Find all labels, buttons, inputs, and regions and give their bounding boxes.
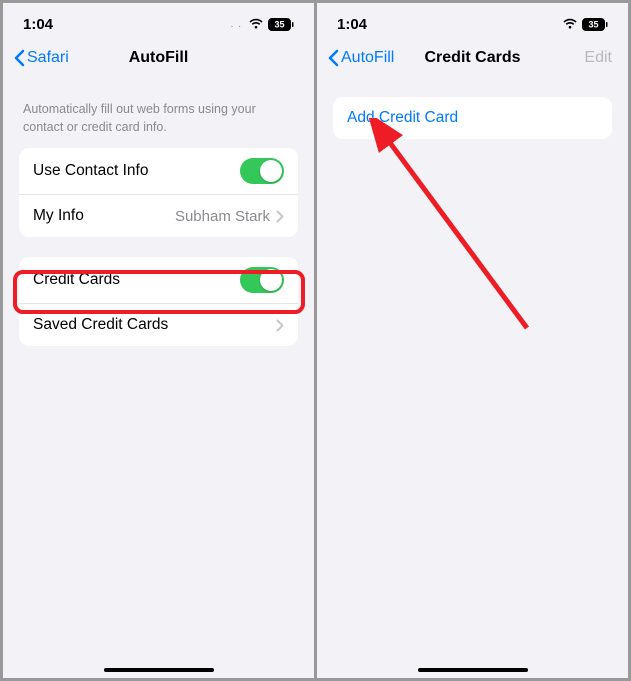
status-bar: 1:04 35: [317, 3, 628, 39]
group-credit-cards: Credit Cards Saved Credit Cards: [19, 257, 298, 346]
row-my-info[interactable]: My Info Subham Stark: [19, 195, 298, 237]
row-label: Use Contact Info: [33, 162, 148, 180]
status-time: 1:04: [337, 16, 367, 33]
back-label: AutoFill: [341, 49, 394, 67]
svg-text:35: 35: [274, 19, 284, 29]
status-icons: . . 35: [231, 18, 294, 31]
nav-bar: AutoFill Credit Cards Edit: [317, 39, 628, 77]
content-area: Automatically fill out web forms using y…: [3, 77, 314, 372]
wifi-icon: [248, 18, 264, 30]
wifi-icon: [562, 18, 578, 30]
chevron-left-icon: [13, 49, 25, 67]
annotation-arrow-icon: [367, 118, 537, 338]
phone-right-credit-cards: 1:04 35 AutoFill Credit Cards Edit Add C…: [317, 3, 628, 678]
row-label: Saved Credit Cards: [33, 316, 168, 334]
nav-title: AutoFill: [129, 49, 189, 67]
home-indicator[interactable]: [104, 668, 214, 672]
svg-text:35: 35: [588, 19, 598, 29]
group-contact: Use Contact Info My Info Subham Stark: [19, 148, 298, 237]
my-info-value: Subham Stark: [175, 208, 270, 225]
hint-text: Automatically fill out web forms using y…: [19, 83, 298, 148]
row-label: My Info: [33, 207, 84, 225]
nav-title: Credit Cards: [424, 49, 520, 67]
back-button[interactable]: Safari: [13, 49, 83, 67]
back-label: Safari: [27, 49, 69, 67]
chevron-right-icon: [276, 210, 284, 223]
status-icons: 35: [562, 18, 608, 31]
toggle-credit-cards[interactable]: [240, 267, 284, 293]
row-value-group: Subham Stark: [175, 208, 284, 225]
status-bar: 1:04 . . 35: [3, 3, 314, 39]
row-use-contact-info: Use Contact Info: [19, 148, 298, 195]
row-saved-credit-cards[interactable]: Saved Credit Cards: [19, 304, 298, 346]
nav-bar: Safari AutoFill: [3, 39, 314, 77]
toggle-use-contact-info[interactable]: [240, 158, 284, 184]
battery-icon: 35: [582, 18, 608, 31]
chevron-right-icon: [276, 319, 284, 332]
add-credit-card-button[interactable]: Add Credit Card: [333, 97, 612, 139]
home-indicator[interactable]: [418, 668, 528, 672]
row-label: Credit Cards: [33, 271, 120, 289]
row-credit-cards: Credit Cards: [19, 257, 298, 304]
group-add-card: Add Credit Card: [333, 97, 612, 139]
phone-left-autofill: 1:04 . . 35 Safari AutoFill Automaticall…: [3, 3, 314, 678]
status-time: 1:04: [23, 16, 53, 33]
chevron-left-icon: [327, 49, 339, 67]
cell-dots: . .: [231, 19, 242, 30]
back-button[interactable]: AutoFill: [327, 49, 397, 67]
battery-icon: 35: [268, 18, 294, 31]
edit-button[interactable]: Edit: [578, 49, 618, 67]
